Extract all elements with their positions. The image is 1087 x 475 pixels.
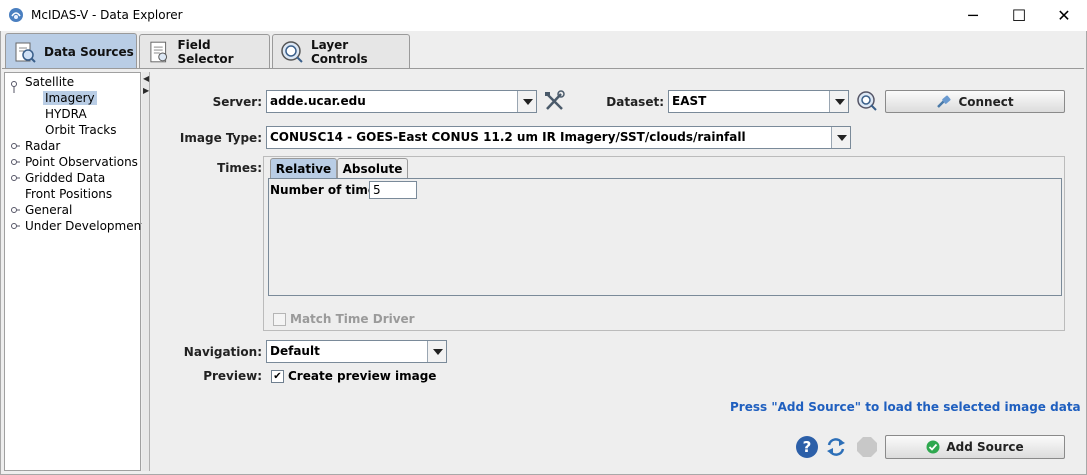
connect-label: Connect bbox=[958, 94, 1014, 109]
minimize-button[interactable]: ─ bbox=[950, 0, 996, 31]
chevron-down-icon[interactable] bbox=[427, 341, 446, 362]
tab-field-selector[interactable]: Field Selector bbox=[139, 34, 270, 68]
match-time-driver-label: Match Time Driver bbox=[290, 312, 415, 326]
tab-divider bbox=[2, 68, 1084, 69]
data-sources-icon bbox=[15, 42, 36, 63]
image-type-label: Image Type: bbox=[179, 131, 262, 145]
close-button[interactable]: ✕ bbox=[1041, 0, 1087, 31]
plug-icon bbox=[936, 95, 952, 109]
tab-label: Layer Controls bbox=[310, 37, 368, 66]
tree-collapsed-handle-icon[interactable] bbox=[10, 138, 20, 154]
server-value: adde.ucar.edu bbox=[270, 94, 366, 108]
data-source-tree: Satellite Imagery HYDRA Orbit Tracks Rad… bbox=[4, 72, 146, 471]
image-type-combo[interactable]: CONUSC14 - GOES-East CONUS 11.2 um IR Im… bbox=[266, 126, 851, 149]
stop-icon[interactable] bbox=[856, 436, 878, 458]
tree-expanded-handle-icon[interactable] bbox=[10, 77, 20, 93]
image-type-value: CONUSC14 - GOES-East CONUS 11.2 um IR Im… bbox=[270, 130, 746, 144]
tree-item-front-positions[interactable]: Front Positions bbox=[25, 186, 112, 202]
panel-splitter[interactable]: ◀ ▶ bbox=[142, 72, 150, 471]
add-source-label: Add Source bbox=[946, 440, 1024, 454]
preview-label: Preview: bbox=[203, 369, 262, 383]
tree-item-orbit-tracks[interactable]: Orbit Tracks bbox=[45, 122, 117, 138]
tree-collapsed-handle-icon[interactable] bbox=[10, 218, 20, 234]
tab-label: Field Selector bbox=[177, 37, 234, 66]
tree-item-satellite[interactable]: Satellite bbox=[25, 74, 74, 90]
app-logo-icon bbox=[9, 8, 23, 22]
tree-item-gridded-data[interactable]: Gridded Data bbox=[25, 170, 105, 186]
dataset-label: Dataset: bbox=[606, 95, 664, 109]
tree-item-point-observations[interactable]: Point Observations bbox=[25, 154, 138, 170]
dataset-search-icon[interactable] bbox=[856, 90, 878, 112]
create-preview-label: Create preview image bbox=[288, 369, 437, 383]
refresh-icon[interactable] bbox=[825, 436, 847, 458]
navigation-value: Default bbox=[270, 344, 320, 358]
tab-label: Data Sources bbox=[44, 44, 134, 59]
add-source-hint: Press "Add Source" to load the selected … bbox=[730, 400, 1081, 414]
tree-collapsed-handle-icon[interactable] bbox=[10, 202, 20, 218]
chevron-down-icon[interactable] bbox=[517, 91, 536, 112]
tree-item-radar[interactable]: Radar bbox=[25, 138, 60, 154]
tree-item-imagery[interactable]: Imagery bbox=[43, 90, 97, 106]
expand-right-icon[interactable]: ▶ bbox=[143, 86, 149, 95]
tab-data-sources[interactable]: Data Sources bbox=[5, 33, 137, 69]
match-time-driver-checkbox[interactable] bbox=[273, 313, 286, 326]
dataset-combo[interactable]: EAST bbox=[668, 90, 849, 113]
add-icon bbox=[926, 440, 940, 454]
tab-relative[interactable]: Relative bbox=[270, 158, 337, 179]
field-selector-icon bbox=[150, 41, 168, 62]
chevron-down-icon[interactable] bbox=[829, 91, 848, 112]
tree-item-hydra[interactable]: HYDRA bbox=[45, 106, 87, 122]
tree-item-general[interactable]: General bbox=[25, 202, 72, 218]
times-label: Times: bbox=[217, 161, 262, 175]
tree-collapsed-handle-icon[interactable] bbox=[10, 170, 20, 186]
tree-collapsed-handle-icon[interactable] bbox=[10, 154, 20, 170]
create-preview-checkbox[interactable]: ✔ bbox=[271, 370, 284, 383]
maximize-button[interactable]: ☐ bbox=[996, 0, 1042, 31]
help-icon[interactable]: ? bbox=[796, 436, 818, 458]
tab-layer-controls[interactable]: Layer Controls bbox=[272, 34, 410, 68]
chevron-down-icon[interactable] bbox=[831, 127, 850, 148]
number-of-times-input[interactable]: 5 bbox=[369, 181, 417, 199]
dataset-value: EAST bbox=[672, 94, 707, 108]
title-bar: McIDAS-V - Data Explorer ─ ☐ ✕ bbox=[0, 0, 1087, 31]
server-combo[interactable]: adde.ucar.edu bbox=[266, 90, 537, 113]
layer-controls-icon bbox=[281, 40, 303, 63]
navigation-combo[interactable]: Default bbox=[266, 340, 447, 363]
tab-absolute[interactable]: Absolute bbox=[337, 158, 408, 179]
server-label: Server: bbox=[212, 95, 262, 109]
tools-icon[interactable] bbox=[543, 90, 567, 112]
navigation-label: Navigation: bbox=[183, 345, 262, 359]
window-title: McIDAS-V - Data Explorer bbox=[31, 8, 183, 22]
connect-button[interactable]: Connect bbox=[885, 90, 1065, 113]
tree-item-label: Imagery bbox=[43, 91, 97, 105]
collapse-left-icon[interactable]: ◀ bbox=[143, 74, 149, 83]
tree-item-under-development[interactable]: Under Development bbox=[25, 218, 146, 234]
add-source-button[interactable]: Add Source bbox=[885, 435, 1065, 459]
